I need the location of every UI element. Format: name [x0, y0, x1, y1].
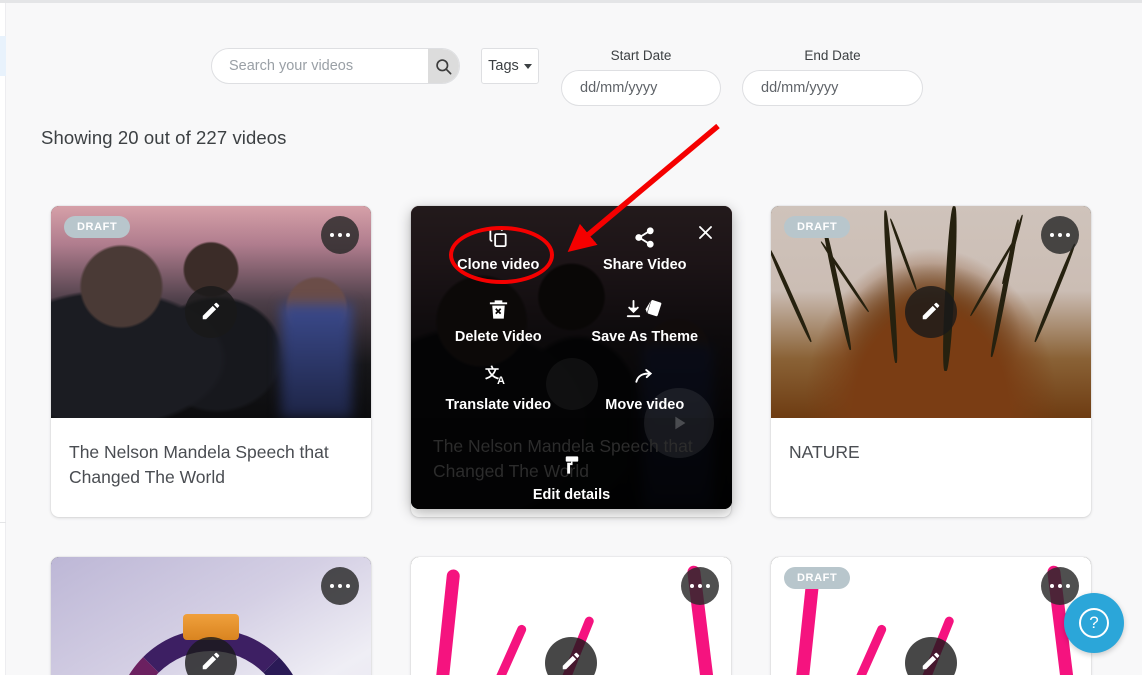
card-menu-button[interactable] [321, 566, 359, 605]
clone-video-button[interactable]: Clone video [425, 224, 572, 296]
status-badge: DRAFT [784, 216, 851, 238]
video-thumbnail[interactable]: DRAFT [771, 556, 1091, 675]
video-title: The Nelson Mandela Speech that Changed T… [69, 442, 329, 488]
dot [338, 233, 342, 237]
save-as-theme-button[interactable]: Save As Theme [572, 296, 719, 364]
pencil-icon [560, 650, 582, 675]
video-thumbnail[interactable] [51, 556, 371, 675]
move-video-button[interactable]: Move video [572, 364, 719, 432]
dot [706, 583, 710, 588]
menu-label: Move video [605, 397, 685, 413]
dot [346, 233, 350, 237]
start-date-label: Start Date [610, 48, 672, 63]
status-badge: DRAFT [64, 216, 131, 238]
close-icon [696, 223, 715, 245]
video-card[interactable] [411, 556, 731, 675]
video-card[interactable]: DRAFT [771, 556, 1091, 675]
svg-text:A: A [497, 375, 505, 387]
pencil-icon [920, 650, 942, 675]
start-date-input[interactable] [561, 70, 721, 106]
dot [690, 583, 694, 588]
copy-icon [487, 224, 510, 250]
card-menu-button[interactable] [1041, 566, 1079, 605]
tags-label: Tags [488, 58, 519, 74]
video-card[interactable]: DRAFT NATURE [771, 206, 1091, 517]
results-count-label: Showing 20 out of 227 videos [41, 127, 287, 148]
edit-thumbnail-button[interactable] [185, 286, 237, 338]
share-icon [633, 224, 656, 250]
end-date-input[interactable] [742, 70, 923, 106]
start-date-group: Start Date [561, 48, 721, 106]
edit-details-button[interactable]: Edit details [411, 453, 732, 503]
menu-label: Share Video [602, 257, 687, 273]
menu-label: Translate video [445, 397, 552, 413]
close-overlay-button[interactable] [691, 220, 719, 248]
sidebar-edge [0, 3, 6, 675]
dot [1066, 583, 1070, 588]
search-input[interactable] [212, 49, 428, 83]
search-box[interactable] [211, 48, 460, 84]
move-arrow-icon [632, 364, 657, 390]
video-thumbnail[interactable]: DRAFT [771, 206, 1091, 418]
pencil-icon [920, 300, 942, 325]
menu-label: Delete Video [454, 329, 542, 345]
card-menu-button[interactable] [321, 216, 359, 254]
dot [1050, 583, 1054, 588]
filter-bar: Tags Start Date End Date [0, 22, 1142, 106]
search-button[interactable] [428, 49, 459, 83]
dot [346, 583, 350, 588]
pencil-icon [200, 650, 222, 675]
video-thumbnail[interactable]: DRAFT [51, 206, 371, 418]
video-action-overlay[interactable]: The Nelson Mandela Speech that Changed T… [411, 206, 732, 509]
video-thumbnail[interactable] [411, 556, 731, 675]
menu-label: Save As Theme [591, 329, 699, 345]
card-menu-button[interactable] [681, 566, 719, 605]
app-root: Tags Start Date End Date Showing 20 out … [0, 0, 1142, 675]
end-date-group: End Date [742, 48, 923, 106]
dot [1066, 233, 1070, 237]
top-divider [0, 0, 1142, 3]
dot [330, 233, 334, 237]
dot [1058, 583, 1062, 588]
tags-dropdown-button[interactable]: Tags [481, 48, 539, 84]
translate-icon: 文 A [485, 364, 511, 390]
card-menu-button[interactable] [1041, 216, 1079, 254]
sidebar-divider [0, 522, 6, 523]
video-title: NATURE [789, 442, 860, 462]
menu-label: Edit details [532, 487, 611, 503]
dot [698, 583, 702, 588]
end-date-label: End Date [804, 48, 861, 63]
chevron-down-icon [523, 63, 532, 69]
trash-x-icon [487, 296, 510, 322]
help-button[interactable]: ? [1064, 593, 1124, 653]
dot [1050, 233, 1054, 237]
pencil-icon [200, 300, 222, 325]
paint-roller-icon [560, 453, 583, 481]
download-theme-icon [622, 296, 668, 322]
dot [1058, 233, 1062, 237]
dot [338, 583, 342, 588]
edit-thumbnail-button[interactable] [905, 286, 957, 338]
dot [330, 583, 334, 588]
search-icon [434, 57, 453, 76]
translate-video-button[interactable]: 文 A Translate video [425, 364, 572, 432]
menu-label: Clone video [457, 257, 540, 273]
question-mark-icon: ? [1079, 608, 1109, 638]
video-card[interactable]: DRAFT The Nelson Mandela Speech that Cha… [51, 206, 371, 517]
video-card[interactable] [51, 556, 371, 675]
delete-video-button[interactable]: Delete Video [425, 296, 572, 364]
status-badge: DRAFT [784, 566, 851, 589]
